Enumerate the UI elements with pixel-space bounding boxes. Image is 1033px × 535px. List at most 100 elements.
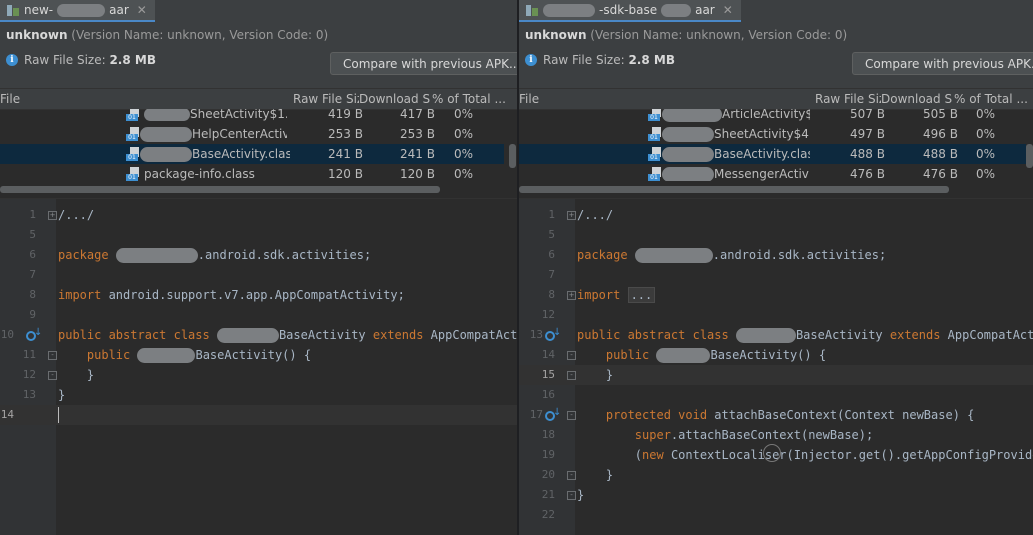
line-number: 5 (548, 228, 555, 241)
percent: 0% (454, 109, 474, 121)
raw-size-label: Raw File Size: 2.8 MB (24, 53, 156, 67)
fold-icon[interactable]: - (567, 491, 576, 500)
tab-bar: -sdk-base aar ✕ (519, 0, 1033, 23)
line-number: 8 (29, 288, 36, 301)
redacted-package (634, 248, 713, 263)
tab-left-aar[interactable]: new- aar ✕ (0, 0, 155, 22)
col-download-size[interactable]: Download S... (881, 89, 953, 109)
line-number: 20 (541, 468, 555, 481)
table-body: 01 ArticleActivity$6.c 507 B 505 B 0% 01… (519, 109, 1033, 181)
code-line: } (577, 488, 585, 502)
percent: 0% (976, 147, 996, 161)
download-size: 241 B (400, 147, 435, 161)
download-size: 496 B (923, 127, 958, 141)
compare-apk-button[interactable]: Compare with previous APK... (330, 52, 517, 75)
table-row[interactable]: 01 SheetActivity$4.cl 497 B 496 B 0% (519, 124, 1033, 144)
app-name: unknown (Version Name: unknown, Version … (525, 28, 848, 42)
table-row[interactable]: 01 MessengerActivity 476 B 476 B 0% (519, 164, 1033, 181)
vertical-scrollbar[interactable] (509, 144, 516, 168)
raw-size: 419 B (328, 109, 363, 121)
redacted-name (662, 127, 714, 142)
redacted-name (662, 109, 722, 122)
fold-icon[interactable]: - (567, 471, 576, 480)
col-raw-size[interactable]: Raw File Size (815, 89, 881, 109)
raw-size-label: Raw File Size: 2.8 MB (543, 53, 675, 67)
col-file[interactable]: File (0, 89, 40, 109)
line-number: 13 (22, 388, 36, 401)
class-file-icon: 01 (648, 127, 662, 141)
file-name: BaseActivity.class (714, 147, 810, 161)
fold-icon[interactable]: - (48, 351, 57, 360)
fold-icon[interactable]: - (567, 411, 576, 420)
close-tab-icon[interactable]: ✕ (723, 3, 733, 17)
fold-icon[interactable]: + (567, 291, 576, 300)
fold-icon[interactable]: - (567, 371, 576, 380)
raw-size: 253 B (328, 127, 363, 141)
mouse-cursor (763, 444, 781, 462)
redacted-name (140, 127, 192, 142)
code-editor[interactable]: 1 5 6 7 8 9 10 11 12 13 14 + ↓ - - /.../… (0, 198, 517, 535)
code-line: } (605, 468, 614, 482)
code-line: (new ContextLocaliser(Injector.get().get… (634, 448, 1033, 462)
table-row[interactable]: 01 HelpCenterActivit 253 B 253 B 0% (0, 124, 517, 144)
vertical-scrollbar[interactable] (1026, 144, 1033, 168)
fold-icon[interactable]: - (48, 371, 57, 380)
download-size: 120 B (400, 167, 435, 181)
col-percent[interactable]: % of Total ... (432, 89, 512, 109)
table-row[interactable]: 01 package-info.class 120 B 120 B 0% (0, 164, 517, 181)
code-line: /.../ (577, 208, 614, 222)
line-number: 9 (29, 308, 36, 321)
table-row[interactable]: 01 SheetActivity$1.cl 419 B 417 B 0% (0, 109, 517, 124)
raw-size: 488 B (850, 147, 885, 161)
folded-imports[interactable]: ... (627, 287, 656, 303)
download-size: 476 B (923, 167, 958, 181)
close-tab-icon[interactable]: ✕ (137, 3, 147, 17)
redacted-name (140, 147, 192, 162)
fold-icon[interactable]: + (48, 211, 57, 220)
table-row-selected[interactable]: 01 BaseActivity.class 241 B 241 B 0% (0, 144, 504, 164)
table-body: 01 SheetActivity$1.cl 419 B 417 B 0% 01 … (0, 109, 517, 181)
code-editor[interactable]: 1 5 6 7 8 12 13 14 15 16 17 18 19 20 21 … (519, 198, 1033, 535)
scroll-thumb[interactable] (0, 186, 440, 193)
col-raw-size[interactable]: Raw File Size (293, 89, 359, 109)
horizontal-scrollbar[interactable] (519, 184, 1033, 194)
horizontal-scrollbar[interactable] (0, 184, 517, 194)
file-table: File Raw File Size Download S... % of To… (519, 88, 1033, 198)
table-row[interactable]: 01 ArticleActivity$6.c 507 B 505 B 0% (519, 109, 1033, 124)
table-row-selected[interactable]: 01 BaseActivity.class 488 B 488 B 0% (519, 144, 1026, 164)
line-number: 7 (548, 268, 555, 281)
redacted-name (57, 3, 106, 17)
redacted-class-prefix (137, 348, 196, 363)
redacted-package (115, 248, 198, 263)
line-number: 17 (529, 408, 543, 421)
col-percent[interactable]: % of Total ... (954, 89, 1033, 109)
scroll-thumb[interactable] (519, 186, 949, 193)
file-name: SheetActivity$4.cl (714, 127, 810, 141)
redacted-name (661, 3, 692, 17)
implemented-arrow-icon: ↓ (553, 327, 562, 338)
redacted-name (662, 147, 714, 162)
apk-info-header: unknown (Version Name: unknown, Version … (0, 22, 517, 88)
redacted-class-prefix (216, 328, 279, 343)
fold-icon[interactable]: + (567, 211, 576, 220)
col-file[interactable]: File (519, 89, 559, 109)
line-number: 13 (529, 328, 543, 341)
download-size: 505 B (923, 109, 958, 121)
line-number: 1 (548, 208, 555, 221)
raw-size: 497 B (850, 127, 885, 141)
fold-icon[interactable]: - (567, 351, 576, 360)
app-name: unknown (Version Name: unknown, Version … (6, 28, 329, 42)
col-download-size[interactable]: Download S... (359, 89, 431, 109)
code-line: import android.support.v7.app.AppCompatA… (58, 288, 405, 302)
class-file-icon: 01 (126, 109, 140, 121)
android-archive-icon (6, 3, 20, 17)
text-caret (58, 407, 59, 423)
redacted-class-prefix (735, 328, 796, 343)
class-file-icon: 01 (126, 147, 140, 161)
file-name: MessengerActivity (714, 167, 810, 181)
class-file-icon: 01 (648, 109, 662, 121)
code-line: public abstract class BaseActivity exten… (577, 328, 1033, 343)
table-header: File Raw File Size Download S... % of To… (0, 88, 517, 110)
tab-right-aar[interactable]: -sdk-base aar ✕ (519, 0, 741, 22)
compare-apk-button[interactable]: Compare with previous APK... (852, 52, 1033, 75)
